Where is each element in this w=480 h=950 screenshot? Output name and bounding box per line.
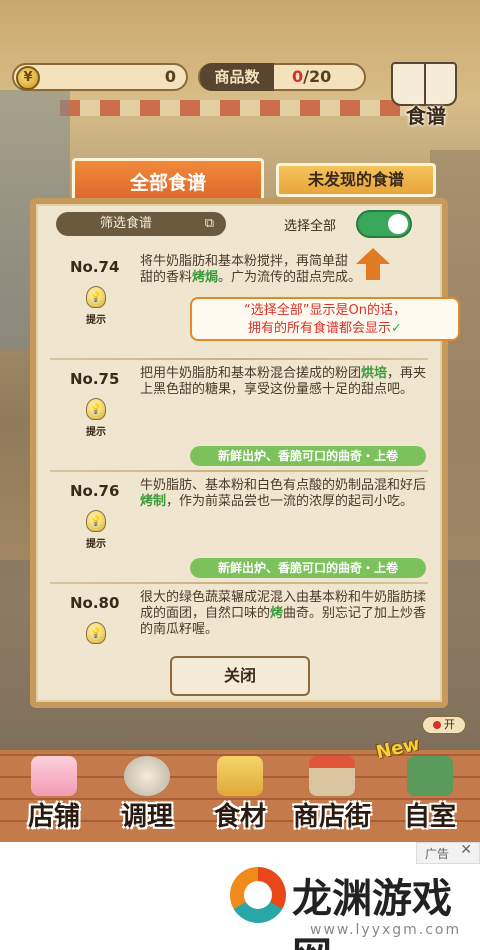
hint-button[interactable]: 💡 提示 bbox=[82, 286, 110, 332]
goods-counter: 商品数 0/20 bbox=[198, 63, 366, 91]
lightbulb-icon: 💡 bbox=[86, 622, 106, 644]
goods-total: /20 bbox=[303, 67, 332, 86]
shop-awning bbox=[60, 100, 420, 116]
goods-count: 0/20 bbox=[292, 67, 331, 86]
nav-label: 食材 bbox=[213, 802, 266, 832]
select-all-toggle[interactable] bbox=[356, 210, 412, 238]
nav-my-room[interactable]: 自室 bbox=[390, 750, 470, 842]
recipe-number: No.75 bbox=[70, 370, 120, 388]
recipe-row[interactable]: No.75 💡 提示 把用牛奶脂肪和基本粉混合搓成的粉团烘培，再夹上黑色甜的糖果… bbox=[50, 360, 428, 472]
recipe-number: No.80 bbox=[70, 594, 120, 612]
nav-shopping-street[interactable]: 商店街 bbox=[284, 750, 380, 842]
desc-text: ，作为前菜品尝也一流的浓厚的起司小吃。 bbox=[166, 494, 414, 509]
recipe-book-button[interactable]: 食谱 bbox=[385, 60, 465, 130]
recipe-category-tag: 新鲜出炉、香脆可口的曲奇・上卷 bbox=[190, 558, 426, 578]
bottom-nav: 店铺 调理 食材 商店街 自室 bbox=[0, 750, 480, 842]
toggle-knob bbox=[388, 214, 408, 234]
desc-text: 把用牛奶脂肪和基本粉混合搓成的粉团 bbox=[140, 366, 362, 381]
check-icon: ✓ bbox=[391, 321, 402, 336]
coin-counter: ¥ 0 bbox=[12, 63, 188, 91]
recipe-description: 牛奶脂肪、基本粉和白色有点酸的奶制品混和好后烤制，作为前菜品尝也一流的浓厚的起司… bbox=[140, 478, 430, 510]
desc-highlight: 烤焗 bbox=[192, 270, 219, 285]
shop-street-icon bbox=[309, 756, 355, 796]
brand-logo bbox=[230, 867, 286, 923]
nav-shop[interactable]: 店铺 bbox=[14, 750, 94, 842]
nav-cooking[interactable]: 调理 bbox=[104, 750, 190, 842]
mixing-bowl-icon bbox=[124, 756, 170, 796]
hint-button[interactable]: 💡 提示 bbox=[82, 510, 110, 556]
open-toggle-button[interactable]: 开 bbox=[422, 716, 466, 734]
nav-ingredients[interactable]: 食材 bbox=[200, 750, 280, 842]
open-label: 开 bbox=[444, 718, 455, 731]
goods-label: 商品数 bbox=[200, 63, 274, 91]
record-dot-icon bbox=[433, 721, 441, 729]
recipe-description: 很大的绿色蔬菜辗成泥混入由基本粉和牛奶脂肪揉成的面团，自然口味的烤曲奇。别忘记了… bbox=[140, 590, 430, 638]
recipe-book-label: 食谱 bbox=[406, 104, 446, 128]
coin-value: 0 bbox=[164, 67, 176, 86]
tip-line-2: 拥有的所有食谱都会显示 bbox=[248, 321, 392, 336]
hint-button[interactable]: 💡 bbox=[82, 622, 110, 668]
hint-button[interactable]: 💡 提示 bbox=[82, 398, 110, 444]
desc-highlight: 烤 bbox=[270, 606, 284, 621]
filter-recipes-button[interactable]: 筛选食谱 ⧉ bbox=[56, 212, 226, 236]
recipe-description: 把用牛奶脂肪和基本粉混合搓成的粉团烘培，再夹上黑色甜的糖果，享受这份量感十足的甜… bbox=[140, 366, 430, 398]
external-link-icon: ⧉ bbox=[204, 216, 214, 231]
desc-text: 。广为流传的甜点完成。 bbox=[218, 270, 362, 285]
desc-text: 甜的香料 bbox=[140, 270, 193, 285]
desc-highlight: 烤制 bbox=[140, 494, 167, 509]
recipe-row[interactable]: No.80 💡 很大的绿色蔬菜辗成泥混入由基本粉和牛奶脂肪揉成的面团，自然口味的… bbox=[50, 584, 428, 658]
close-icon[interactable]: ✕ bbox=[460, 842, 472, 858]
tip-line-2-wrap: 拥有的所有食谱都会显示✓ bbox=[192, 320, 458, 338]
lightbulb-icon: 💡 bbox=[86, 286, 106, 308]
recipe-category-tag: 新鲜出炉、香脆可口的曲奇・上卷 bbox=[190, 446, 426, 466]
recipe-number: No.76 bbox=[70, 482, 120, 500]
filter-label: 筛选食谱 bbox=[100, 216, 153, 231]
desc-text: 甜 bbox=[335, 254, 349, 269]
tutorial-arrow-icon bbox=[356, 248, 390, 280]
hint-label: 提示 bbox=[86, 315, 106, 326]
tutorial-tooltip: “选择全部”显示是On的话， 拥有的所有食谱都会显示✓ bbox=[190, 297, 460, 341]
tip-line-1: “选择全部”显示是On的话， bbox=[244, 303, 406, 318]
nav-label: 商店街 bbox=[292, 802, 371, 832]
goods-current: 0 bbox=[292, 67, 304, 86]
desc-highlight: 烘培 bbox=[361, 366, 388, 381]
hint-label: 提示 bbox=[86, 427, 106, 438]
desc-text: 将牛奶脂肪和基本粉搅拌，再简单 bbox=[140, 254, 336, 269]
hint-label: 提示 bbox=[86, 539, 106, 550]
staff-room-icon bbox=[407, 756, 453, 796]
select-all-label: 选择全部 bbox=[284, 219, 337, 234]
lightbulb-icon: 💡 bbox=[86, 510, 106, 532]
recipe-number: No.74 bbox=[70, 258, 120, 276]
nav-label: 店铺 bbox=[27, 802, 80, 832]
coin-icon: ¥ bbox=[16, 66, 40, 90]
nav-label: 调理 bbox=[120, 802, 173, 832]
tab-undiscovered-recipes[interactable]: 未发现的食谱 bbox=[276, 163, 436, 197]
flour-sack-icon bbox=[217, 756, 263, 796]
brand-url: www.lyyxgm.com bbox=[310, 922, 462, 938]
nav-label: 自室 bbox=[403, 802, 456, 832]
lightbulb-icon: 💡 bbox=[86, 398, 106, 420]
cake-icon bbox=[31, 756, 77, 796]
close-button[interactable]: 关闭 bbox=[170, 656, 310, 696]
recipe-row[interactable]: No.76 💡 提示 牛奶脂肪、基本粉和白色有点酸的奶制品混和好后烤制，作为前菜… bbox=[50, 472, 428, 584]
desc-text: 牛奶脂肪、基本粉和白色有点酸的奶制品混和好后 bbox=[140, 478, 427, 493]
ad-label: 广告 bbox=[425, 847, 450, 861]
